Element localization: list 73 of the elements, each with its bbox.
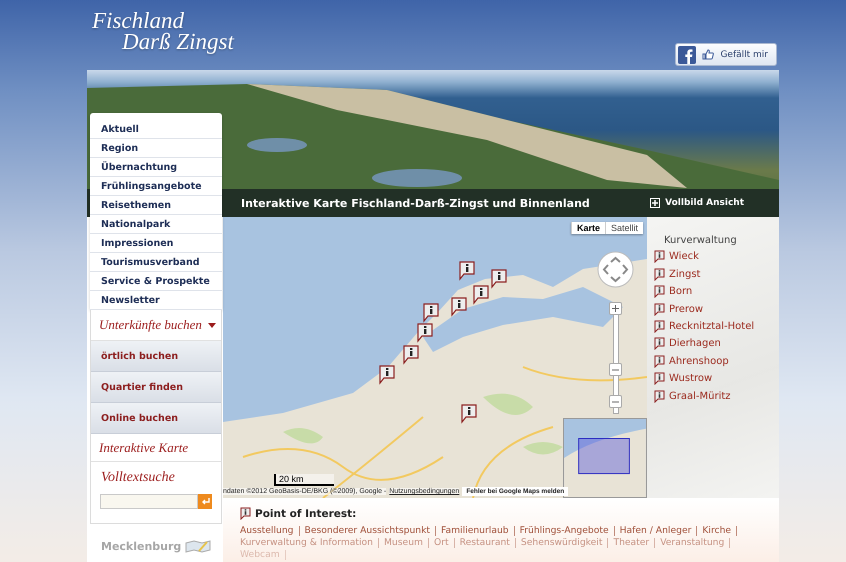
locations-title: Kurverwaltung	[663, 235, 738, 246]
info-marker-icon[interactable]	[473, 285, 490, 305]
poi-category-link[interactable]: Besonderer Aussichtspunkt	[304, 525, 442, 536]
map-link[interactable]: Interaktive Karte	[91, 434, 221, 462]
enter-arrow-icon	[200, 498, 210, 505]
map-type-tab[interactable]: Karte	[570, 222, 605, 234]
banner-caption: Interaktive Karte Fischland-Darß-Zingst und Binnenland	[241, 196, 590, 210]
nav-item[interactable]: Nationalpark	[90, 215, 222, 234]
info-icon	[654, 354, 665, 368]
info-icon	[654, 302, 665, 316]
info-marker-icon[interactable]	[451, 297, 468, 317]
zoom-in-button[interactable]	[609, 302, 622, 315]
info-icon	[654, 337, 665, 350]
poi-category-link[interactable]: Frühlings-Angebote	[520, 525, 620, 536]
location-link[interactable]: Wustrow	[654, 371, 779, 386]
info-marker-icon[interactable]	[417, 323, 434, 343]
nav-item[interactable]: Frühlingsangebote	[90, 177, 222, 196]
info-icon	[654, 390, 665, 403]
booking-button[interactable]: Quartier finden	[91, 372, 221, 403]
location-link[interactable]: Ahrenshoop	[654, 354, 779, 369]
info-marker-icon[interactable]	[491, 269, 508, 289]
poi-category-link[interactable]: Familienurlaub	[441, 525, 520, 536]
minus-icon	[612, 368, 619, 370]
location-link[interactable]: Born	[654, 284, 779, 300]
map-type-tab[interactable]: Satellit	[604, 222, 643, 234]
overview-map[interactable]	[563, 418, 647, 498]
poi-title: Point of Interest:	[255, 508, 356, 520]
thumbs-up-icon	[702, 49, 714, 60]
location-link[interactable]: Wieck	[654, 249, 779, 264]
location-link[interactable]: Zingst	[654, 266, 779, 282]
info-icon	[654, 320, 665, 333]
like-button[interactable]: Gefällt mir	[675, 43, 777, 66]
nav-item[interactable]: Reisethemen	[90, 196, 222, 215]
minus-icon	[612, 400, 619, 402]
info-marker-icon[interactable]	[459, 261, 476, 281]
search-title: Volltextsuche	[100, 469, 176, 487]
map-scale: 20 km	[274, 474, 334, 486]
search-submit-button[interactable]	[198, 494, 212, 509]
info-marker-icon[interactable]	[461, 404, 478, 424]
plus-icon	[650, 198, 660, 208]
booking-button[interactable]: örtlich buchen	[91, 341, 221, 372]
location-link[interactable]: Dierhagen	[654, 336, 779, 352]
info-icon	[654, 285, 665, 298]
nav-item[interactable]: Service & Prospekte	[90, 272, 222, 291]
booking-button[interactable]: Online buchen	[91, 403, 221, 434]
map-card-icon	[185, 540, 212, 553]
fullscreen-button[interactable]: Vollbild Ansicht	[650, 198, 744, 208]
nav-item[interactable]: Aktuell	[90, 120, 222, 139]
info-icon	[654, 372, 665, 386]
poi-category-link[interactable]: Hafen / Anleger	[620, 525, 702, 536]
caret-icon	[208, 322, 216, 328]
facebook-logo-icon	[678, 46, 696, 64]
location-link[interactable]: Graal-Müritz	[654, 388, 779, 404]
info-marker-icon[interactable]	[403, 345, 420, 365]
poi-category-link[interactable]: Kirche	[702, 525, 742, 536]
location-link[interactable]: Prerow	[654, 302, 779, 317]
info-icon	[654, 268, 665, 281]
poi-category-link[interactable]: Ausstellung	[240, 525, 305, 536]
info-icon	[654, 250, 665, 264]
nav-item[interactable]: Übernachtung	[90, 158, 222, 177]
zoom-out-button[interactable]	[609, 395, 622, 408]
site-logo[interactable]: Fischland Darß Zingst	[92, 0, 234, 52]
pan-control-icon[interactable]	[597, 251, 634, 288]
location-link[interactable]: Recknitztal-Hotel	[654, 318, 779, 334]
info-marker-icon[interactable]	[423, 303, 440, 323]
info-icon	[240, 507, 251, 520]
nav-item[interactable]: Impressionen	[90, 234, 222, 253]
plus-icon	[612, 305, 619, 312]
nav-item[interactable]: Region	[90, 139, 222, 158]
nav-item[interactable]: Tourismusverband	[90, 253, 222, 272]
info-marker-icon[interactable]	[379, 365, 396, 385]
zoom-slider-handle[interactable]	[609, 363, 622, 376]
search-field[interactable]	[100, 494, 198, 509]
